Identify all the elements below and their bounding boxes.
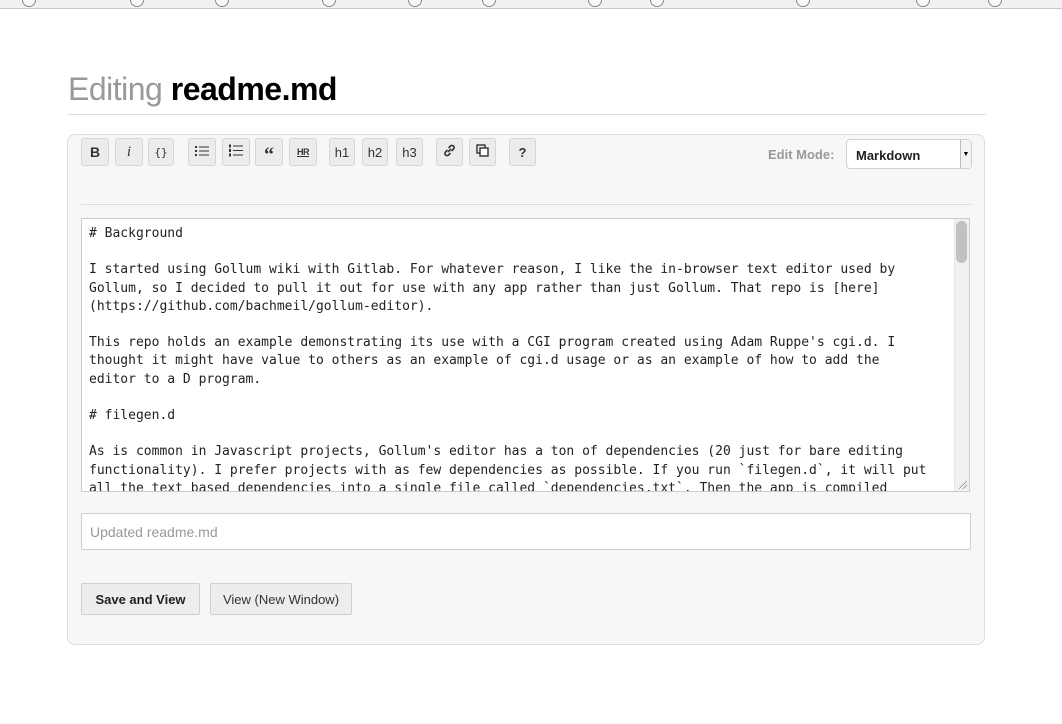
- italic-icon: i: [126, 143, 132, 160]
- page-title-prefix: Editing: [68, 71, 163, 107]
- bold-button[interactable]: B: [81, 138, 109, 166]
- blockquote-icon: “: [264, 144, 274, 166]
- strip-circle: [650, 0, 664, 7]
- view-new-window-button[interactable]: View (New Window): [210, 583, 352, 615]
- heading-1-icon: h1: [334, 144, 350, 160]
- blockquote-button[interactable]: “: [255, 138, 283, 166]
- code-button[interactable]: {}: [148, 138, 174, 166]
- help-icon: ?: [518, 144, 527, 160]
- strip-circle: [322, 0, 336, 7]
- link-button[interactable]: [436, 138, 463, 166]
- strip-circle: [215, 0, 229, 7]
- strip-circle: [796, 0, 810, 7]
- page-title: Editing readme.md: [68, 70, 337, 108]
- heading-2-icon: h2: [367, 144, 383, 160]
- strip-circle: [988, 0, 1002, 7]
- strip-circle: [130, 0, 144, 7]
- strip-circle: [22, 0, 36, 7]
- editor-content: # Background I started using Gollum wiki…: [89, 226, 927, 492]
- code-icon: {}: [154, 145, 168, 159]
- resize-handle-icon[interactable]: [959, 481, 967, 489]
- browser-top-strip: [0, 0, 1062, 9]
- help-button[interactable]: ?: [509, 138, 536, 166]
- ordered-list-icon: [229, 144, 243, 160]
- strip-circle: [588, 0, 602, 7]
- horizontal-rule-icon: HR: [297, 147, 310, 157]
- editor-scrollbar[interactable]: [954, 219, 969, 491]
- edit-mode-select[interactable]: Markdown ▼: [846, 139, 972, 169]
- italic-button[interactable]: i: [115, 138, 143, 166]
- unordered-list-icon: [195, 145, 209, 160]
- strip-circle: [482, 0, 496, 7]
- unordered-list-button[interactable]: [188, 138, 216, 166]
- strip-circle: [916, 0, 930, 7]
- strip-circle: [408, 0, 422, 7]
- markdown-editor-textarea[interactable]: # Background I started using Gollum wiki…: [81, 218, 970, 492]
- image-icon: [476, 144, 489, 160]
- heading-3-button[interactable]: h3: [396, 138, 423, 166]
- heading-1-button[interactable]: h1: [329, 138, 355, 166]
- save-and-view-button[interactable]: Save and View: [81, 583, 200, 615]
- horizontal-rule-button[interactable]: HR: [289, 138, 317, 166]
- title-divider: [68, 114, 986, 115]
- link-icon: [443, 144, 456, 160]
- edit-mode-value: Markdown: [856, 148, 921, 163]
- chevron-down-icon: ▼: [960, 140, 971, 168]
- editor-scrollbar-thumb[interactable]: [956, 221, 967, 263]
- bold-icon: B: [89, 144, 101, 160]
- page-title-filename: readme.md: [170, 71, 338, 107]
- heading-2-button[interactable]: h2: [362, 138, 388, 166]
- toolbar-divider: [81, 204, 971, 205]
- commit-message-input[interactable]: [81, 513, 971, 550]
- image-button[interactable]: [469, 138, 496, 166]
- ordered-list-button[interactable]: [222, 138, 250, 166]
- edit-mode-label: Edit Mode:: [768, 147, 835, 162]
- heading-3-icon: h3: [402, 144, 417, 160]
